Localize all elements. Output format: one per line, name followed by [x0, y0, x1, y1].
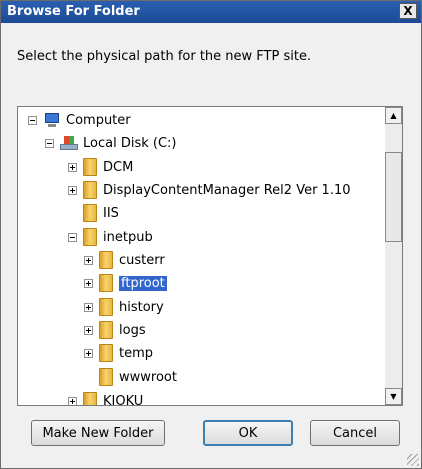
folder-icon: [83, 158, 97, 176]
tree-item-wwwroot[interactable]: wwwroot: [84, 367, 177, 387]
tree-item-displaycontentmanager[interactable]: DisplayContentManager Rel2 Ver 1.10: [68, 180, 351, 200]
window-title: Browse For Folder: [7, 4, 140, 19]
collapse-toggle[interactable]: [28, 115, 37, 125]
tree-item-label: DCM: [103, 159, 134, 175]
tree-content: Computer Local Disk (C:) DCM DisplayCont…: [18, 107, 385, 405]
folder-icon: [83, 228, 97, 246]
tree-item-inetpub[interactable]: inetpub: [68, 227, 153, 247]
scrollbar-thumb[interactable]: [385, 152, 402, 242]
expand-toggle[interactable]: [84, 302, 93, 312]
resize-grip-icon[interactable]: [407, 454, 419, 466]
tree-item-label: DisplayContentManager Rel2 Ver 1.10: [103, 182, 351, 198]
collapse-toggle[interactable]: [68, 232, 77, 242]
cancel-button[interactable]: Cancel: [310, 420, 400, 446]
folder-icon: [99, 251, 113, 269]
tree-item-label: Computer: [66, 112, 131, 128]
tree-item-label: custerr: [119, 252, 165, 268]
scroll-down-icon[interactable]: ▼: [385, 388, 402, 405]
make-new-folder-button[interactable]: Make New Folder: [31, 420, 165, 446]
expand-toggle[interactable]: [68, 396, 77, 405]
expand-toggle[interactable]: [84, 255, 93, 265]
folder-icon: [83, 392, 97, 405]
expand-toggle[interactable]: [68, 185, 77, 195]
expand-toggle[interactable]: [84, 278, 93, 288]
folder-icon: [99, 368, 113, 386]
instruction-text: Select the physical path for the new FTP…: [17, 49, 312, 64]
folder-icon: [83, 204, 97, 222]
tree-item-label: temp: [119, 345, 154, 361]
tree-item-history[interactable]: history: [84, 297, 164, 317]
tree-item-logs[interactable]: logs: [84, 320, 146, 340]
tree-item-custerr[interactable]: custerr: [84, 250, 165, 270]
expand-toggle[interactable]: [84, 325, 93, 335]
tree-item-dcm[interactable]: DCM: [68, 157, 133, 177]
computer-icon: [43, 113, 61, 127]
title-bar[interactable]: Browse For Folder X: [1, 1, 421, 23]
collapse-toggle[interactable]: [45, 138, 54, 148]
vertical-scrollbar[interactable]: ▲ ▼: [385, 107, 402, 405]
tree-item-computer[interactable]: Computer: [28, 110, 131, 130]
ok-button[interactable]: OK: [203, 420, 293, 446]
folder-icon: [83, 181, 97, 199]
tree-item-label-selected: ftproot: [118, 274, 168, 292]
scroll-up-icon[interactable]: ▲: [385, 107, 402, 124]
close-button[interactable]: X: [399, 3, 417, 19]
folder-tree: Computer Local Disk (C:) DCM DisplayCont…: [17, 106, 403, 406]
tree-item-label: KIOKU: [103, 393, 144, 406]
browse-for-folder-dialog: Browse For Folder X Select the physical …: [0, 0, 422, 469]
tree-item-label: inetpub: [103, 229, 153, 245]
folder-icon: [99, 274, 113, 292]
tree-item-label: wwwroot: [119, 369, 177, 385]
folder-icon: [99, 321, 113, 339]
tree-item-ftproot[interactable]: ftproot: [84, 273, 168, 293]
tree-item-label: IIS: [103, 205, 119, 221]
local-disk-icon: [60, 136, 78, 150]
tree-item-label: history: [119, 299, 164, 315]
tree-item-temp[interactable]: temp: [84, 343, 153, 363]
tree-item-label: Local Disk (C:): [83, 135, 177, 151]
tree-item-label: logs: [119, 322, 146, 338]
folder-icon: [99, 344, 113, 362]
folder-icon: [99, 298, 113, 316]
tree-item-kioku[interactable]: KIOKU: [68, 391, 143, 405]
expand-toggle[interactable]: [84, 348, 93, 358]
expand-toggle[interactable]: [68, 162, 77, 172]
tree-item-iis[interactable]: IIS: [68, 203, 119, 223]
tree-item-local-disk[interactable]: Local Disk (C:): [45, 133, 176, 153]
